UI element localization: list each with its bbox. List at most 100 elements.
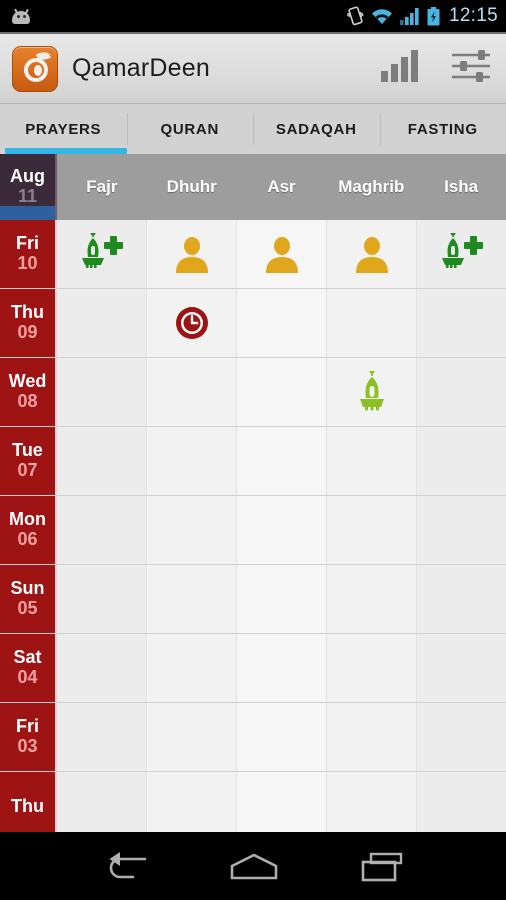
prayer-cell-fajr[interactable] (57, 565, 147, 633)
prayer-cell-asr[interactable] (237, 220, 327, 288)
statistics-icon[interactable] (380, 49, 424, 88)
prayer-cell-fajr[interactable] (57, 427, 147, 495)
date-cell-day: 04 (17, 667, 38, 688)
tab-sadaqah-label: SADAQAH (275, 120, 357, 138)
prayer-cell-dhuhr[interactable] (147, 703, 237, 771)
tab-fasting[interactable]: FASTING (379, 104, 506, 154)
person-alone-icon (175, 235, 209, 273)
prayer-cell-maghrib[interactable] (327, 703, 417, 771)
android-head-icon (10, 8, 32, 24)
date-cell-day: 03 (17, 736, 38, 757)
table-row: Sat 04 (0, 634, 506, 703)
prayer-cells (57, 634, 506, 702)
prayer-cell-fajr[interactable] (57, 703, 147, 771)
column-header-dhuhr: Dhuhr (146, 154, 237, 220)
prayer-cell-maghrib[interactable] (327, 565, 417, 633)
table-row: Mon 06 (0, 496, 506, 565)
prayer-cells (57, 496, 506, 564)
date-cell[interactable]: Thu 09 (0, 289, 57, 357)
prayer-cell-maghrib[interactable] (327, 358, 417, 426)
prayer-cell-asr[interactable] (237, 565, 327, 633)
prayer-cell-isha[interactable] (417, 634, 506, 702)
status-bar-left (10, 8, 347, 24)
date-cell[interactable]: Sat 04 (0, 634, 57, 702)
prayer-cell-asr[interactable] (237, 289, 327, 357)
android-nav-bar (0, 838, 506, 900)
tab-fasting-label: FASTING (407, 120, 478, 138)
prayer-cell-asr[interactable] (237, 427, 327, 495)
date-cell[interactable]: Thu (0, 772, 57, 832)
prayer-cells (57, 772, 506, 832)
prayer-cell-isha[interactable] (417, 772, 506, 832)
prayer-cell-asr[interactable] (237, 634, 327, 702)
prayer-cell-maghrib[interactable] (327, 634, 417, 702)
prayer-cell-asr[interactable] (237, 496, 327, 564)
prayer-cell-isha[interactable] (417, 220, 506, 288)
date-cell[interactable]: Tue 07 (0, 427, 57, 495)
table-row: Tue 07 (0, 427, 506, 496)
prayer-grid: Aug 11 Fajr Dhuhr Asr Maghrib Isha Fri 10 (0, 154, 506, 832)
prayer-cell-maghrib[interactable] (327, 772, 417, 832)
date-cell-day: 10 (17, 253, 38, 274)
prayer-cell-isha[interactable] (417, 427, 506, 495)
prayer-cell-isha[interactable] (417, 358, 506, 426)
prayer-cell-fajr[interactable] (57, 358, 147, 426)
back-button[interactable] (97, 850, 151, 889)
date-cell-day: 07 (17, 460, 38, 481)
prayer-cell-maghrib[interactable] (327, 289, 417, 357)
prayer-cells (57, 358, 506, 426)
tab-quran[interactable]: QURAN (126, 104, 254, 154)
tab-prayers[interactable]: PRAYERS (0, 104, 127, 154)
prayer-cell-dhuhr[interactable] (147, 496, 237, 564)
home-button[interactable] (226, 850, 282, 889)
table-row: Wed 08 (0, 358, 506, 427)
date-cell-dow: Fri (15, 716, 39, 737)
battery-charging-icon (427, 6, 440, 25)
prayer-cell-fajr[interactable] (57, 289, 147, 357)
table-row: Fri 10 (0, 220, 506, 289)
prayer-cell-dhuhr[interactable] (147, 289, 237, 357)
prayer-cell-isha[interactable] (417, 289, 506, 357)
grid-current-date-cell[interactable]: Aug 11 (0, 154, 57, 220)
recents-button[interactable] (357, 850, 409, 889)
current-day-label: 11 (17, 186, 38, 207)
tab-bar: PRAYERS QURAN SADAQAH FASTING (0, 104, 506, 154)
prayer-cell-dhuhr[interactable] (147, 220, 237, 288)
status-bar-right: 12:15 (346, 5, 498, 27)
date-cell-dow: Sat (13, 647, 42, 668)
mosque-congregation-icon (80, 233, 124, 275)
tab-sadaqah[interactable]: SADAQAH (253, 104, 380, 154)
date-cell[interactable]: Fri 03 (0, 703, 57, 771)
mosque-icon (355, 371, 389, 413)
prayer-cell-dhuhr[interactable] (147, 634, 237, 702)
date-cell[interactable]: Sun 05 (0, 565, 57, 633)
prayer-cell-dhuhr[interactable] (147, 772, 237, 832)
date-cell-dow: Thu (11, 795, 44, 816)
prayer-cell-maghrib[interactable] (327, 220, 417, 288)
date-cell[interactable]: Mon 06 (0, 496, 57, 564)
prayer-cell-fajr[interactable] (57, 220, 147, 288)
date-cell[interactable]: Fri 10 (0, 220, 57, 288)
prayer-cell-asr[interactable] (237, 772, 327, 832)
prayer-cell-dhuhr[interactable] (147, 427, 237, 495)
settings-sliders-icon[interactable] (450, 49, 492, 88)
prayer-cell-fajr[interactable] (57, 496, 147, 564)
prayer-cell-maghrib[interactable] (327, 496, 417, 564)
qamardeen-app-icon[interactable] (12, 45, 58, 92)
status-bar-clock: 12:15 (448, 5, 498, 26)
prayer-cell-asr[interactable] (237, 703, 327, 771)
prayer-cell-maghrib[interactable] (327, 427, 417, 495)
prayer-cell-isha[interactable] (417, 703, 506, 771)
prayer-cell-isha[interactable] (417, 565, 506, 633)
date-cell[interactable]: Wed 08 (0, 358, 57, 426)
prayer-cell-fajr[interactable] (57, 772, 147, 832)
late-prayer-clock-icon (175, 306, 209, 340)
prayer-cell-dhuhr[interactable] (147, 565, 237, 633)
date-cell-day: 06 (17, 529, 38, 550)
prayer-cell-asr[interactable] (237, 358, 327, 426)
prayer-cell-fajr[interactable] (57, 634, 147, 702)
prayer-cell-isha[interactable] (417, 496, 506, 564)
tab-quran-label: QURAN (160, 120, 219, 138)
page-title: QamarDeen (72, 54, 210, 82)
prayer-cell-dhuhr[interactable] (147, 358, 237, 426)
